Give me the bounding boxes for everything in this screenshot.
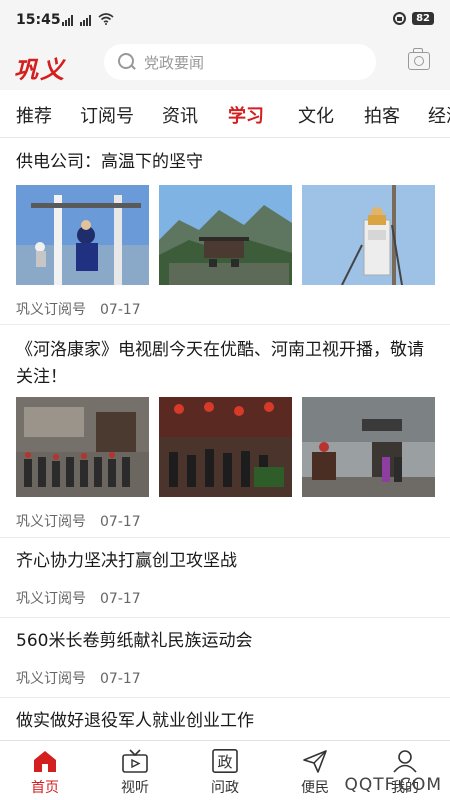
nav-media-label: 视听 [121,780,149,796]
article-date: 07-17 [100,671,141,687]
nav-media[interactable]: 视听 [90,741,180,800]
category-tabs: 推荐 订阅号 资讯 学习 文化 拍客 经济 [0,90,450,138]
search-icon [118,53,136,71]
article-title[interactable]: 供电公司：高温下的坚守 [16,149,436,176]
article-card[interactable]: 供电公司：高温下的坚守 巩义订阅号 07-17 [0,139,450,325]
article-source: 巩义订阅号 [16,671,86,687]
article-image[interactable] [16,397,149,497]
article-meta: 巩义订阅号 07-17 [16,668,141,688]
article-meta: 巩义订阅号 07-17 [16,511,141,531]
watermark: QQTF.COM [344,775,442,795]
article-card[interactable]: 做实做好退役军人就业创业工作 [0,698,450,739]
nav-wenzheng[interactable]: 政 问政 [180,741,270,800]
article-source: 巩义订阅号 [16,514,86,530]
nav-wenzheng-label: 问政 [211,780,239,796]
article-date: 07-17 [100,302,141,318]
status-time: 15:45 [16,12,61,28]
article-card[interactable]: 《河洛康家》电视剧今天在优酷、河南卫视开播，敬请关注！ 巩义订阅号 07-17 [0,325,450,538]
article-date: 07-17 [100,591,141,607]
article-title[interactable]: 560米长卷剪纸献礼民族运动会 [16,628,436,655]
article-card[interactable]: 560米长卷剪纸献礼民族运动会 巩义订阅号 07-17 [0,618,450,698]
article-title[interactable]: 《河洛康家》电视剧今天在优酷、河南卫视开播，敬请关注！ [16,337,436,391]
article-date: 07-17 [100,514,141,530]
news-feed: 供电公司：高温下的坚守 巩义订阅号 07-17 《河洛康家》电视剧今天在优酷、河… [0,139,450,739]
article-meta: 巩义订阅号 07-17 [16,588,141,608]
status-bar: 15:45 82 [0,0,450,44]
wifi-icon [98,13,114,25]
tab-recommend[interactable]: 推荐 [16,102,52,128]
tab-subscriptions[interactable]: 订阅号 [80,102,134,128]
camera-icon[interactable] [408,48,430,70]
article-source: 巩义订阅号 [16,591,86,607]
nav-home[interactable]: 首页 [0,741,90,800]
app-header: 巩义 党政要闻 [0,44,450,90]
battery-indicator: 82 [412,12,434,25]
user-icon [393,750,417,773]
search-input[interactable]: 党政要闻 [104,44,376,80]
signal-icon [80,14,91,26]
article-card[interactable]: 齐心协力坚决打赢创卫攻坚战 巩义订阅号 07-17 [0,538,450,618]
tab-culture[interactable]: 文化 [298,102,334,128]
article-title[interactable]: 做实做好退役军人就业创业工作 [16,708,436,735]
wenzheng-icon: 政 [212,749,238,773]
article-source: 巩义订阅号 [16,302,86,318]
article-meta: 巩义订阅号 07-17 [16,299,141,319]
search-placeholder: 党政要闻 [144,53,205,72]
article-image[interactable] [159,185,292,285]
tab-news[interactable]: 资讯 [162,102,198,128]
article-image[interactable] [302,185,435,285]
tab-study[interactable]: 学习 [228,102,264,128]
home-icon [34,751,56,772]
article-image[interactable] [159,397,292,497]
send-icon [303,750,327,773]
nav-home-label: 首页 [31,780,59,796]
tab-economy[interactable]: 经济 [428,102,450,128]
rotation-lock-icon [393,12,407,25]
wenzheng-icon-glyph: 政 [217,753,232,771]
tab-photographer[interactable]: 拍客 [364,102,400,128]
signal-icon [62,14,73,26]
tv-icon [122,749,148,773]
article-image[interactable] [302,397,435,497]
article-title[interactable]: 齐心协力坚决打赢创卫攻坚战 [16,548,436,575]
app-logo: 巩义 [14,55,66,84]
article-image[interactable] [16,185,149,285]
